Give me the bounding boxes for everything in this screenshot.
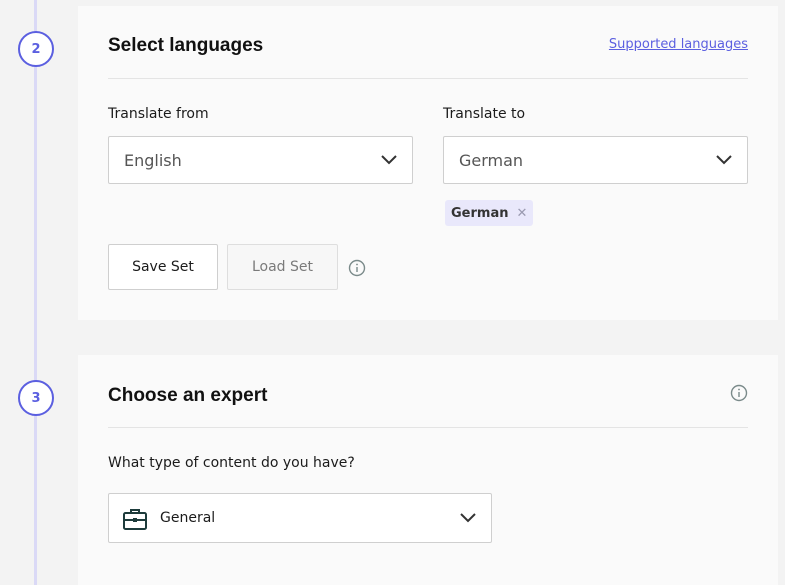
expert-value: General [160, 510, 216, 526]
expert-select[interactable]: General [108, 493, 492, 543]
select-languages-title: Select languages [108, 35, 264, 56]
chip-label: German [451, 205, 509, 221]
chevron-down-icon [459, 509, 477, 531]
translate-to-label: Translate to [443, 106, 526, 122]
chevron-down-icon [380, 151, 398, 173]
info-icon[interactable] [730, 384, 748, 406]
translate-from-value: English [124, 151, 182, 170]
translate-from-label: Translate from [108, 106, 209, 122]
translate-from-select[interactable]: English [108, 136, 413, 184]
step-progress-rail [34, 0, 37, 585]
info-icon[interactable] [348, 259, 366, 281]
chevron-down-icon [715, 151, 733, 173]
translate-to-value: German [459, 151, 524, 170]
choose-expert-title: Choose an expert [108, 385, 268, 406]
selected-language-chip: German ✕ [445, 200, 534, 226]
content-type-question: What type of content do you have? [108, 455, 355, 471]
section-divider [108, 78, 748, 79]
section-divider [108, 427, 748, 428]
step-number-3: 3 [18, 380, 54, 416]
save-set-button[interactable]: Save Set [108, 244, 218, 290]
briefcase-icon [122, 507, 148, 535]
remove-chip-icon[interactable]: ✕ [516, 206, 527, 221]
supported-languages-link[interactable]: Supported languages [609, 37, 748, 52]
load-set-button[interactable]: Load Set [227, 244, 338, 290]
translate-to-select[interactable]: German [443, 136, 748, 184]
step-number-2: 2 [18, 31, 54, 67]
choose-expert-card: Choose an expert What type of content do… [78, 355, 778, 585]
select-languages-card: Select languages Supported languages Tra… [78, 6, 778, 320]
